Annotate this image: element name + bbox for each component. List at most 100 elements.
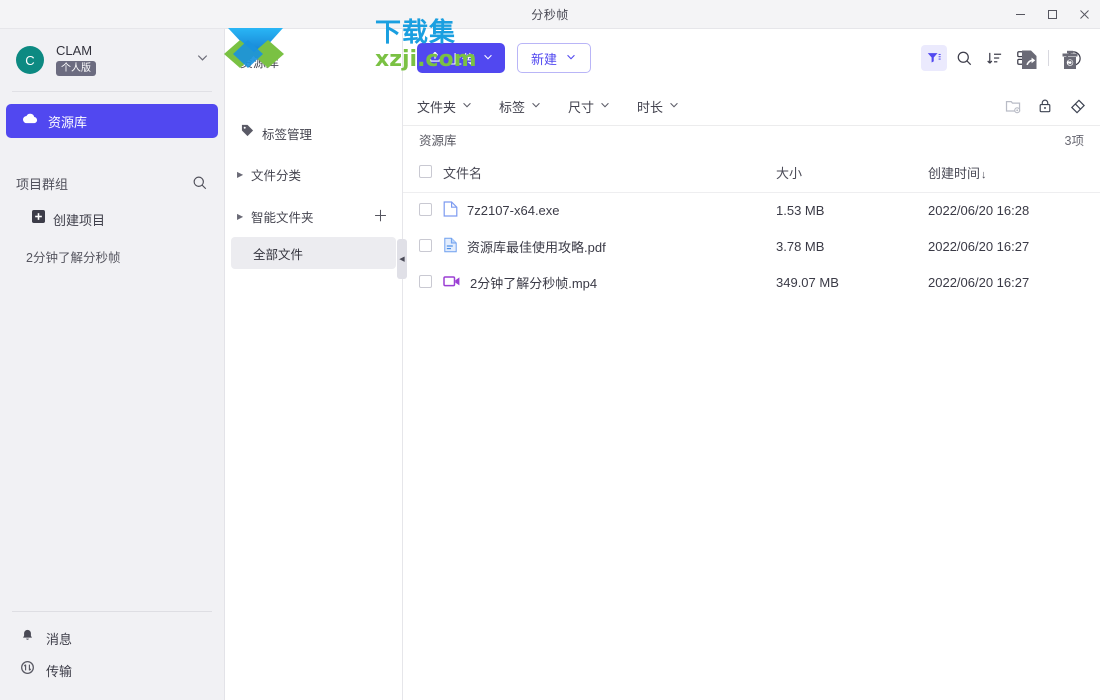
table-row[interactable]: 2分钟了解分秒帧.mp4 349.07 MB 2022/06/20 16:27 bbox=[403, 265, 1100, 301]
item-count: 3项 bbox=[1064, 134, 1084, 148]
lock-icon[interactable] bbox=[1036, 97, 1054, 115]
add-smart-folder-icon[interactable]: ＋ bbox=[373, 209, 388, 224]
file-name-cell[interactable]: 7z2107-x64.exe bbox=[443, 193, 776, 229]
sidebar-bottom-divider bbox=[12, 611, 212, 612]
chevron-down-icon bbox=[530, 99, 542, 114]
file-pdf-icon bbox=[443, 237, 458, 256]
file-name-label: 7z2107-x64.exe bbox=[467, 203, 560, 219]
plus-square-icon bbox=[32, 210, 45, 228]
sidebar-project-label: 2分钟了解分秒帧 bbox=[26, 250, 121, 265]
file-name-wrap: 资源库最佳使用攻略.pdf bbox=[443, 237, 776, 256]
table-row[interactable]: 7z2107-x64.exe 1.53 MB 2022/06/20 16:28 bbox=[403, 193, 1100, 229]
recycle-bin-icon[interactable] bbox=[1058, 48, 1082, 77]
select-all-cell bbox=[403, 153, 443, 193]
list-header-bar: 资源库 3项 bbox=[403, 125, 1100, 153]
left-sidebar: C CLAM 个人版 资源库 项目群组 创建项目 2分钟了解分秒帧 消息 传输 bbox=[0, 29, 225, 700]
chevron-down-icon[interactable] bbox=[195, 50, 210, 70]
chevron-down-icon bbox=[668, 99, 680, 114]
user-plan-badge: 个人版 bbox=[56, 61, 96, 76]
row-checkbox[interactable] bbox=[419, 202, 432, 216]
row-checkbox[interactable] bbox=[419, 274, 432, 288]
sidebar-item-resource-library[interactable]: 资源库 bbox=[6, 104, 218, 138]
sidebar-divider bbox=[12, 91, 212, 92]
column-header-name[interactable]: 文件名 bbox=[443, 153, 776, 193]
filter-label: 标签 bbox=[499, 99, 526, 115]
tag-row-file-category[interactable]: ▶ 文件分类 bbox=[225, 159, 402, 189]
collapse-left-icon[interactable]: ◀ bbox=[397, 239, 407, 279]
file-name-cell[interactable]: 资源库最佳使用攻略.pdf bbox=[443, 229, 776, 265]
filter-icon[interactable] bbox=[921, 45, 947, 71]
upload-button[interactable]: 上传 bbox=[417, 43, 506, 73]
search-icon[interactable] bbox=[951, 45, 977, 71]
folder-settings-icon[interactable] bbox=[1004, 97, 1022, 115]
filter-duration[interactable]: 时长 bbox=[637, 97, 680, 116]
filter-bar-actions bbox=[1004, 97, 1086, 115]
app-body: C CLAM 个人版 资源库 项目群组 创建项目 2分钟了解分秒帧 消息 传输 … bbox=[0, 29, 1100, 700]
file-name-cell[interactable]: 2分钟了解分秒帧.mp4 bbox=[443, 265, 776, 301]
create-project-button[interactable]: 创建项目 bbox=[0, 204, 224, 234]
file-generic-icon bbox=[443, 201, 458, 220]
content-breadcrumb: 资源库 bbox=[240, 55, 280, 70]
user-account-row[interactable]: C CLAM 个人版 bbox=[0, 29, 224, 91]
eraser-icon[interactable] bbox=[1068, 97, 1086, 115]
file-size-cell: 1.53 MB bbox=[776, 203, 825, 219]
file-name-label: 2分钟了解分秒帧.mp4 bbox=[470, 276, 598, 291]
chevron-down-icon bbox=[482, 51, 494, 66]
select-all-checkbox[interactable] bbox=[419, 164, 432, 178]
project-group-title: 项目群组 bbox=[16, 176, 69, 192]
filter-size[interactable]: 尺寸 bbox=[568, 97, 611, 116]
sidebar-item-transfer[interactable]: 传输 bbox=[0, 654, 224, 686]
file-date-cell: 2022/06/20 16:27 bbox=[928, 275, 1030, 290]
file-name-wrap: 2分钟了解分秒帧.mp4 bbox=[443, 273, 776, 292]
filter-label: 文件夹 bbox=[417, 99, 457, 115]
filter-folder[interactable]: 文件夹 bbox=[417, 97, 473, 116]
tag-row-label: 全部文件 bbox=[253, 247, 304, 262]
upload-label: 上传 bbox=[449, 51, 476, 67]
file-date-cell: 2022/06/20 16:27 bbox=[928, 239, 1030, 254]
main-content: 上传 新建 文件夹 标签 尺寸 时长 资源库 3项 文件名 大小 创建时间↓ 7… bbox=[403, 29, 1100, 700]
row-select-cell bbox=[403, 265, 443, 301]
filter-tag[interactable]: 标签 bbox=[499, 97, 542, 116]
file-name-label: 资源库最佳使用攻略.pdf bbox=[467, 240, 606, 255]
tag-row-smart-folder[interactable]: ▶ 智能文件夹 ＋ bbox=[225, 201, 402, 231]
tag-row-all-files[interactable]: 全部文件 bbox=[231, 237, 396, 269]
sort-arrow-icon: ↓ bbox=[981, 169, 987, 181]
search-icon[interactable] bbox=[192, 175, 208, 191]
user-meta: CLAM 个人版 bbox=[56, 44, 96, 76]
sort-desc-icon[interactable] bbox=[981, 45, 1007, 71]
app-window: 分秒帧 C CLAM 个人版 资源库 项目群组 创建项目 2分钟了解分秒帧 消息… bbox=[0, 0, 1100, 700]
sidebar-item-label: 消息 bbox=[46, 631, 73, 647]
sidebar-project-item[interactable]: 2分钟了解分秒帧 bbox=[0, 242, 224, 270]
table-row[interactable]: 资源库最佳使用攻略.pdf 3.78 MB 2022/06/20 16:27 bbox=[403, 229, 1100, 265]
tag-panel: 标签管理 ▶ 文件分类 ▶ 智能文件夹 ＋ 全部文件 ◀ bbox=[225, 29, 407, 700]
file-video-icon bbox=[443, 274, 461, 291]
chevron-right-icon: ▶ bbox=[237, 211, 244, 221]
table-header-row: 文件名 大小 创建时间↓ bbox=[403, 153, 1100, 193]
sidebar-item-label: 资源库 bbox=[48, 114, 88, 130]
file-date-cell: 2022/06/20 16:28 bbox=[928, 203, 1030, 219]
row-checkbox[interactable] bbox=[419, 238, 432, 252]
create-project-label: 创建项目 bbox=[53, 212, 106, 228]
filter-label: 时长 bbox=[637, 99, 664, 115]
file-size-cell: 3.78 MB bbox=[776, 239, 825, 254]
filter-bar: 文件夹 标签 尺寸 时长 bbox=[403, 87, 1100, 125]
share-file-icon[interactable] bbox=[1018, 48, 1042, 77]
chevron-down-icon bbox=[599, 99, 611, 114]
column-header-size[interactable]: 大小 bbox=[776, 153, 928, 193]
chevron-down-icon bbox=[565, 51, 577, 66]
tag-management-header[interactable]: 标签管理 bbox=[225, 119, 402, 147]
project-group-header: 项目群组 bbox=[0, 166, 224, 200]
row-select-cell bbox=[403, 229, 443, 265]
breadcrumb: 资源库 bbox=[419, 134, 457, 148]
new-label: 新建 bbox=[531, 51, 558, 67]
column-header-date[interactable]: 创建时间↓ bbox=[928, 153, 1100, 193]
new-button[interactable]: 新建 bbox=[517, 43, 592, 73]
title-bar: 分秒帧 bbox=[0, 0, 1100, 29]
avatar: C bbox=[16, 46, 44, 74]
chevron-right-icon: ▶ bbox=[237, 169, 244, 179]
tag-icon bbox=[241, 124, 254, 142]
sidebar-bottom-padding bbox=[0, 686, 224, 700]
sidebar-item-messages[interactable]: 消息 bbox=[0, 622, 224, 654]
row-select-cell bbox=[403, 193, 443, 229]
